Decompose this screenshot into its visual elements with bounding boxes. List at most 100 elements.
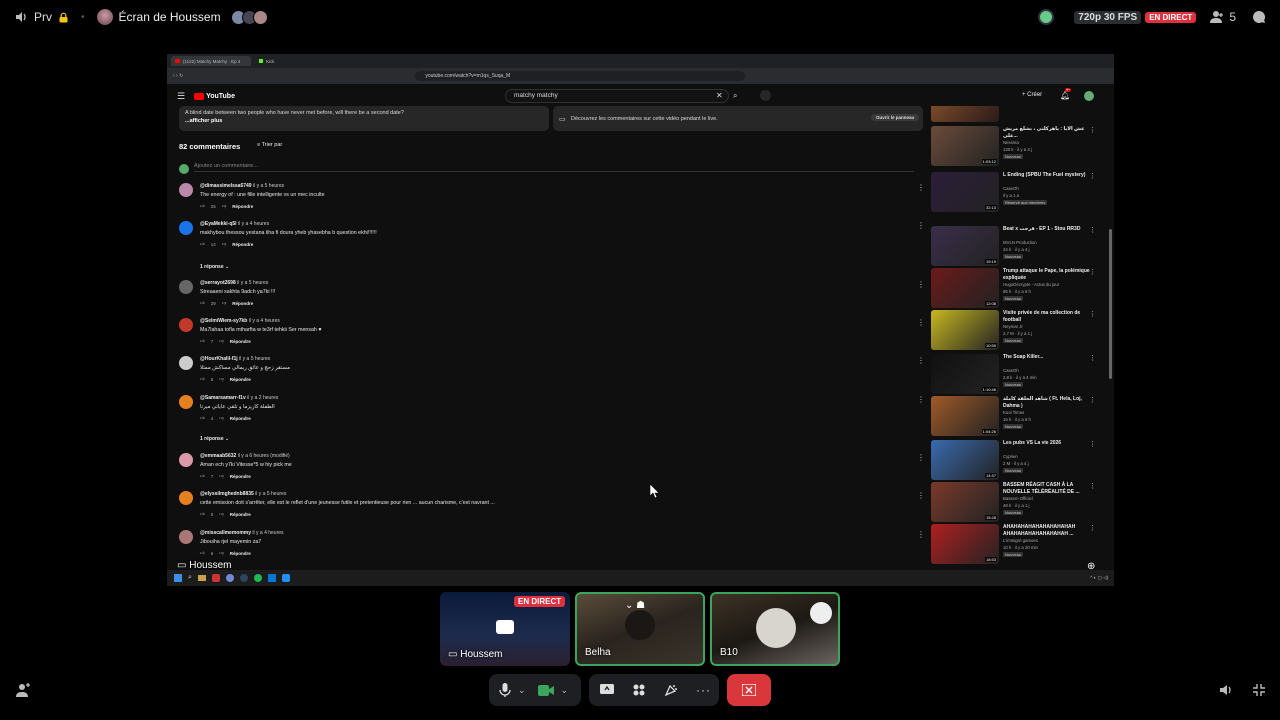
video-channel[interactable]: Neymar Jr <box>1003 324 1023 329</box>
comment-menu-icon[interactable]: ⋮ <box>917 530 925 539</box>
comment-author[interactable]: @emmaab5632 il y a 6 heures (modifié) <box>200 453 290 459</box>
app-icon[interactable] <box>211 574 220 582</box>
video-menu-icon[interactable]: ⋮ <box>1089 310 1096 318</box>
like-icon[interactable]: 👍︎ <box>200 376 205 382</box>
video-thumbnail[interactable]: 12:08 <box>931 268 999 308</box>
video-menu-icon[interactable]: ⋮ <box>1089 172 1096 180</box>
video-menu-icon[interactable]: ⋮ <box>1089 126 1096 134</box>
comment-author[interactable]: @HourKhalil-f1j il y a 5 heures <box>200 356 270 362</box>
author-name[interactable]: @HourKhalil-f1j <box>200 356 238 362</box>
like-icon[interactable]: 👍︎ <box>200 415 205 421</box>
author-name[interactable]: @SelmiWiem-sy7kb <box>200 318 247 324</box>
comment-author[interactable]: @elyssilmghednb8835 il y a 5 heures <box>200 491 286 497</box>
url-field[interactable]: youtube.com/watch?v=m1qs_Suqa_M <box>415 71 746 81</box>
author-name[interactable]: @EyaMekki-q5l <box>200 221 237 227</box>
author-name[interactable]: @elyssilmghednb8835 <box>200 491 254 497</box>
video-channel[interactable]: Kool Times <box>1003 410 1024 415</box>
address-bar[interactable]: ‹ › ↻ youtube.com/watch?v=m1qs_Suqa_M <box>167 68 1114 84</box>
commenter-avatar[interactable] <box>179 491 193 505</box>
video-channel[interactable]: CaseOh <box>1003 368 1019 373</box>
author-name[interactable]: @misscallmemommy <box>200 530 251 536</box>
fullscreen-icon[interactable] <box>1252 683 1266 697</box>
viewer-avatars[interactable] <box>230 9 268 25</box>
video-title[interactable]: Les pubs VS La vie 2026 <box>1003 440 1093 447</box>
youtube-search-input[interactable]: matchy matchy <box>505 89 729 103</box>
folder-icon[interactable] <box>197 575 206 581</box>
browser-tab-kick[interactable]: Kick <box>255 56 335 66</box>
comment-menu-icon[interactable]: ⋮ <box>917 453 925 462</box>
dislike-icon[interactable]: 👎︎ <box>222 241 227 247</box>
video-menu-icon[interactable]: ⋮ <box>1089 268 1096 276</box>
replies-toggle[interactable]: 1 réponse ⌄ <box>200 264 229 270</box>
app3-icon[interactable] <box>281 574 290 582</box>
video-channel[interactable]: HugoDécrypte - Actus du jour <box>1003 282 1059 287</box>
dislike-icon[interactable]: 👎︎ <box>222 203 227 209</box>
commenter-avatar[interactable] <box>179 453 193 467</box>
screen-share-stream[interactable]: (1122) Matchy Matchy - Ep 4 Kick ‹ › ↻ y… <box>167 54 1114 586</box>
reply-button[interactable]: Répondre <box>230 474 251 479</box>
nav-arrows-icon[interactable]: ‹ › ↻ <box>173 73 183 79</box>
recommended-video[interactable]: 32:13 L Ending (SPBU The Fuel mystery) Cas… <box>931 172 1103 214</box>
recommended-video[interactable]: 1:03:12 عش الايا : ياهركلتي ، بشلع مريش ع… <box>931 126 1103 168</box>
recommended-video[interactable]: 14:37 Les pubs VS La vie 2026 Cyprien 2 M ·… <box>931 440 1103 482</box>
comment-author[interactable]: @misscallmemommy il y a 4 heures <box>200 530 284 536</box>
video-thumbnail[interactable]: 15:28 <box>931 482 999 522</box>
reply-button[interactable]: Répondre <box>230 339 251 344</box>
reply-button[interactable]: Répondre <box>232 242 253 247</box>
commenter-avatar[interactable] <box>179 183 193 197</box>
dislike-icon[interactable]: 👎︎ <box>219 473 224 479</box>
comment-menu-icon[interactable]: ⋮ <box>917 280 925 289</box>
video-menu-icon[interactable]: ⋮ <box>1089 440 1096 448</box>
reply-button[interactable]: Répondre <box>230 416 251 421</box>
clear-icon[interactable]: ✕ <box>716 91 723 100</box>
app2-icon[interactable] <box>267 574 276 582</box>
comment-author[interactable]: @Samarsamarr-f1v il y a 2 heures <box>200 395 278 401</box>
video-thumbnail[interactable]: 32:13 <box>931 172 999 212</box>
show-more-link[interactable]: ...afficher plus <box>185 118 543 124</box>
browser-tab-youtube[interactable]: (1122) Matchy Matchy - Ep 4 <box>171 56 251 66</box>
reply-button[interactable]: Répondre <box>232 301 253 306</box>
reply-button[interactable]: Répondre <box>230 512 251 517</box>
like-icon[interactable]: 👍︎ <box>200 241 205 247</box>
comment-menu-icon[interactable]: ⋮ <box>917 183 925 192</box>
video-title[interactable]: شاهد الحلقة كاملة ( Ft. Hela, Loj, Dahma… <box>1003 396 1093 409</box>
dislike-icon[interactable]: 👎︎ <box>219 376 224 382</box>
scrollbar[interactable] <box>1109 229 1112 379</box>
commenter-avatar[interactable] <box>179 530 193 544</box>
video-title[interactable]: BASSEM RÉAGIT CASH À LA NOUVELLE TÉLÉRÉA… <box>1003 482 1093 495</box>
video-thumbnail[interactable]: 1:04:26 <box>931 396 999 436</box>
video-channel[interactable]: MVLN Production <box>1003 240 1037 245</box>
comment-menu-icon[interactable]: ⋮ <box>917 318 925 327</box>
participant-tile-b10[interactable]: B10 <box>710 592 840 666</box>
microphone-icon[interactable] <box>499 683 511 697</box>
camera-icon[interactable] <box>537 684 554 696</box>
video-thumbnail[interactable]: 14:37 <box>931 440 999 480</box>
author-name[interactable]: @serrayot2698 <box>200 280 236 286</box>
video-thumbnail[interactable]: 1:10:46 <box>931 354 999 394</box>
video-thumbnail[interactable] <box>931 106 999 122</box>
reply-button[interactable]: Répondre <box>230 551 251 556</box>
like-icon[interactable]: 👍︎ <box>200 473 205 479</box>
comment-author[interactable]: @EyaMekki-q5l il y a 4 heures <box>200 221 269 227</box>
recommended-video[interactable]: 10:59 Visite privée de ma collection de f… <box>931 310 1103 352</box>
comment-menu-icon[interactable]: ⋮ <box>917 356 925 365</box>
comment-menu-icon[interactable]: ⋮ <box>917 491 925 500</box>
channel-info[interactable]: Prv <box>14 10 69 24</box>
taskbar-search-icon[interactable]: ⌕ <box>188 574 192 582</box>
commenter-avatar[interactable] <box>179 356 193 370</box>
create-button[interactable]: + Créer <box>1022 92 1042 98</box>
video-title[interactable]: عش الايا : ياهركلتي ، بشلع مريش على... <box>1003 126 1093 139</box>
commenter-avatar[interactable] <box>179 318 193 332</box>
recommended-video[interactable]: 12:08 Trump attaque le Pape, la polémique… <box>931 268 1103 310</box>
video-title[interactable]: L Ending (SPBU The Fuel mystery) <box>1003 172 1093 179</box>
replies-toggle[interactable]: 1 réponse ⌄ <box>200 436 229 442</box>
dislike-icon[interactable]: 👎︎ <box>219 550 224 556</box>
video-title[interactable]: The Soap Killer... <box>1003 354 1093 361</box>
spotify-icon[interactable] <box>253 574 262 582</box>
camera-options-chevron-icon[interactable]: ⌄ <box>561 685 569 696</box>
video-title[interactable]: Beat x قرجت - EP 1 - Stou RR3D <box>1003 226 1093 233</box>
participant-tile-houssem[interactable]: EN DIRECT ▭ Houssem <box>440 592 570 666</box>
dislike-icon[interactable]: 👎︎ <box>219 511 224 517</box>
tray-area[interactable]: ^ ◐ ▢ ◁) <box>1090 575 1108 581</box>
search-icon[interactable]: ⌕ <box>733 91 737 101</box>
